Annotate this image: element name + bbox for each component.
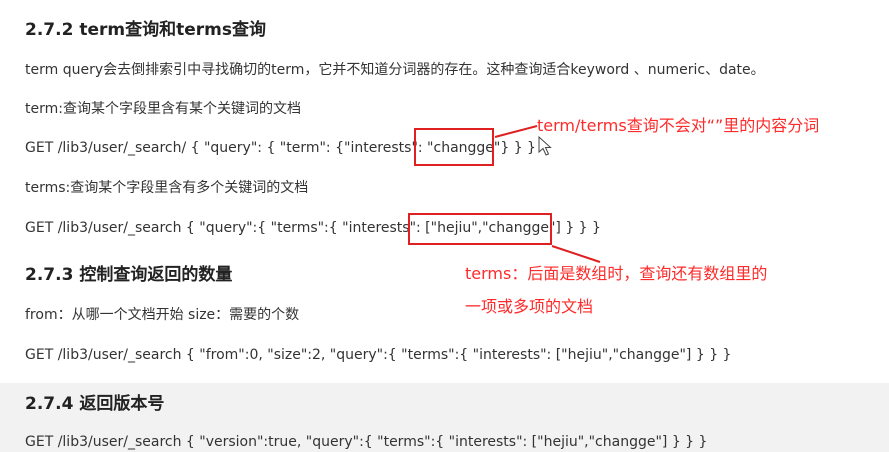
mouse-cursor-icon (538, 136, 552, 156)
arrow-to-note1 (494, 125, 538, 138)
annotation-arrows (494, 125, 601, 263)
annotation-note-array-line1: terms：后面是数组时，查询还有数组里的 (465, 264, 768, 283)
annotation-note-array-line2: 一项或多项的文档 (465, 297, 594, 316)
arrow-to-note2 (551, 245, 601, 263)
annotation-note-no-tokenize: term/terms查询不会对“”里的内容分词 (537, 116, 820, 135)
